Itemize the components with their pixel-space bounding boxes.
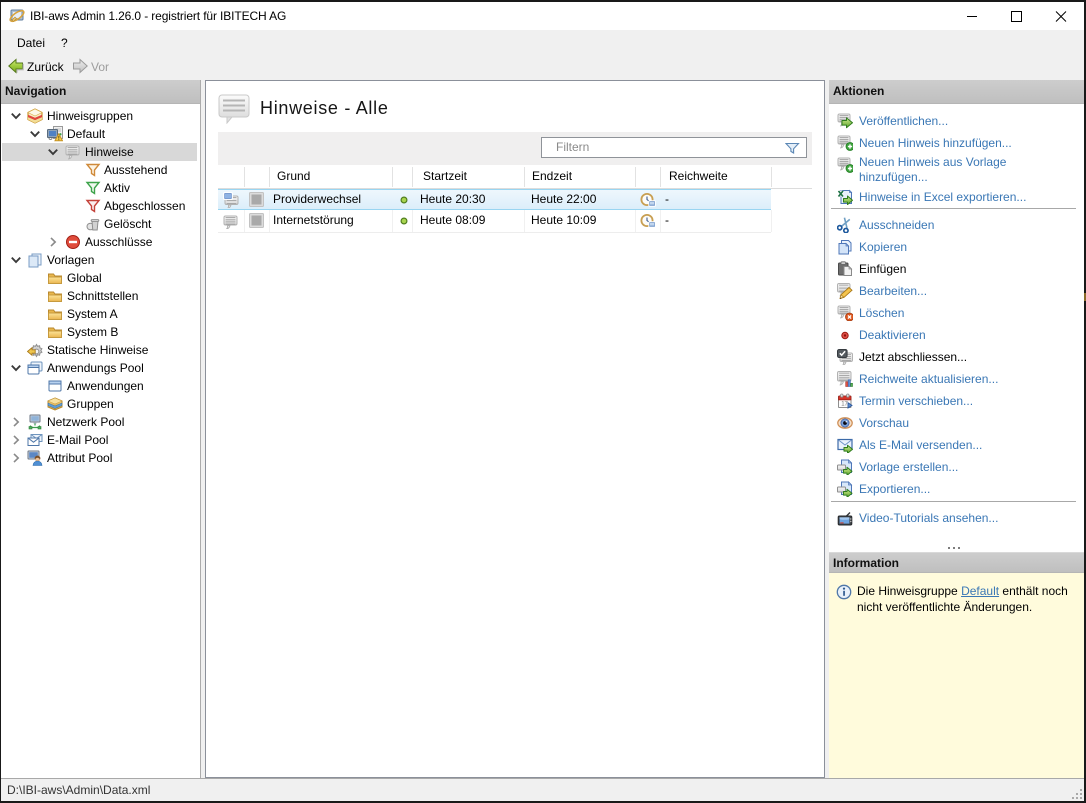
svg-text:17: 17: [841, 401, 848, 407]
